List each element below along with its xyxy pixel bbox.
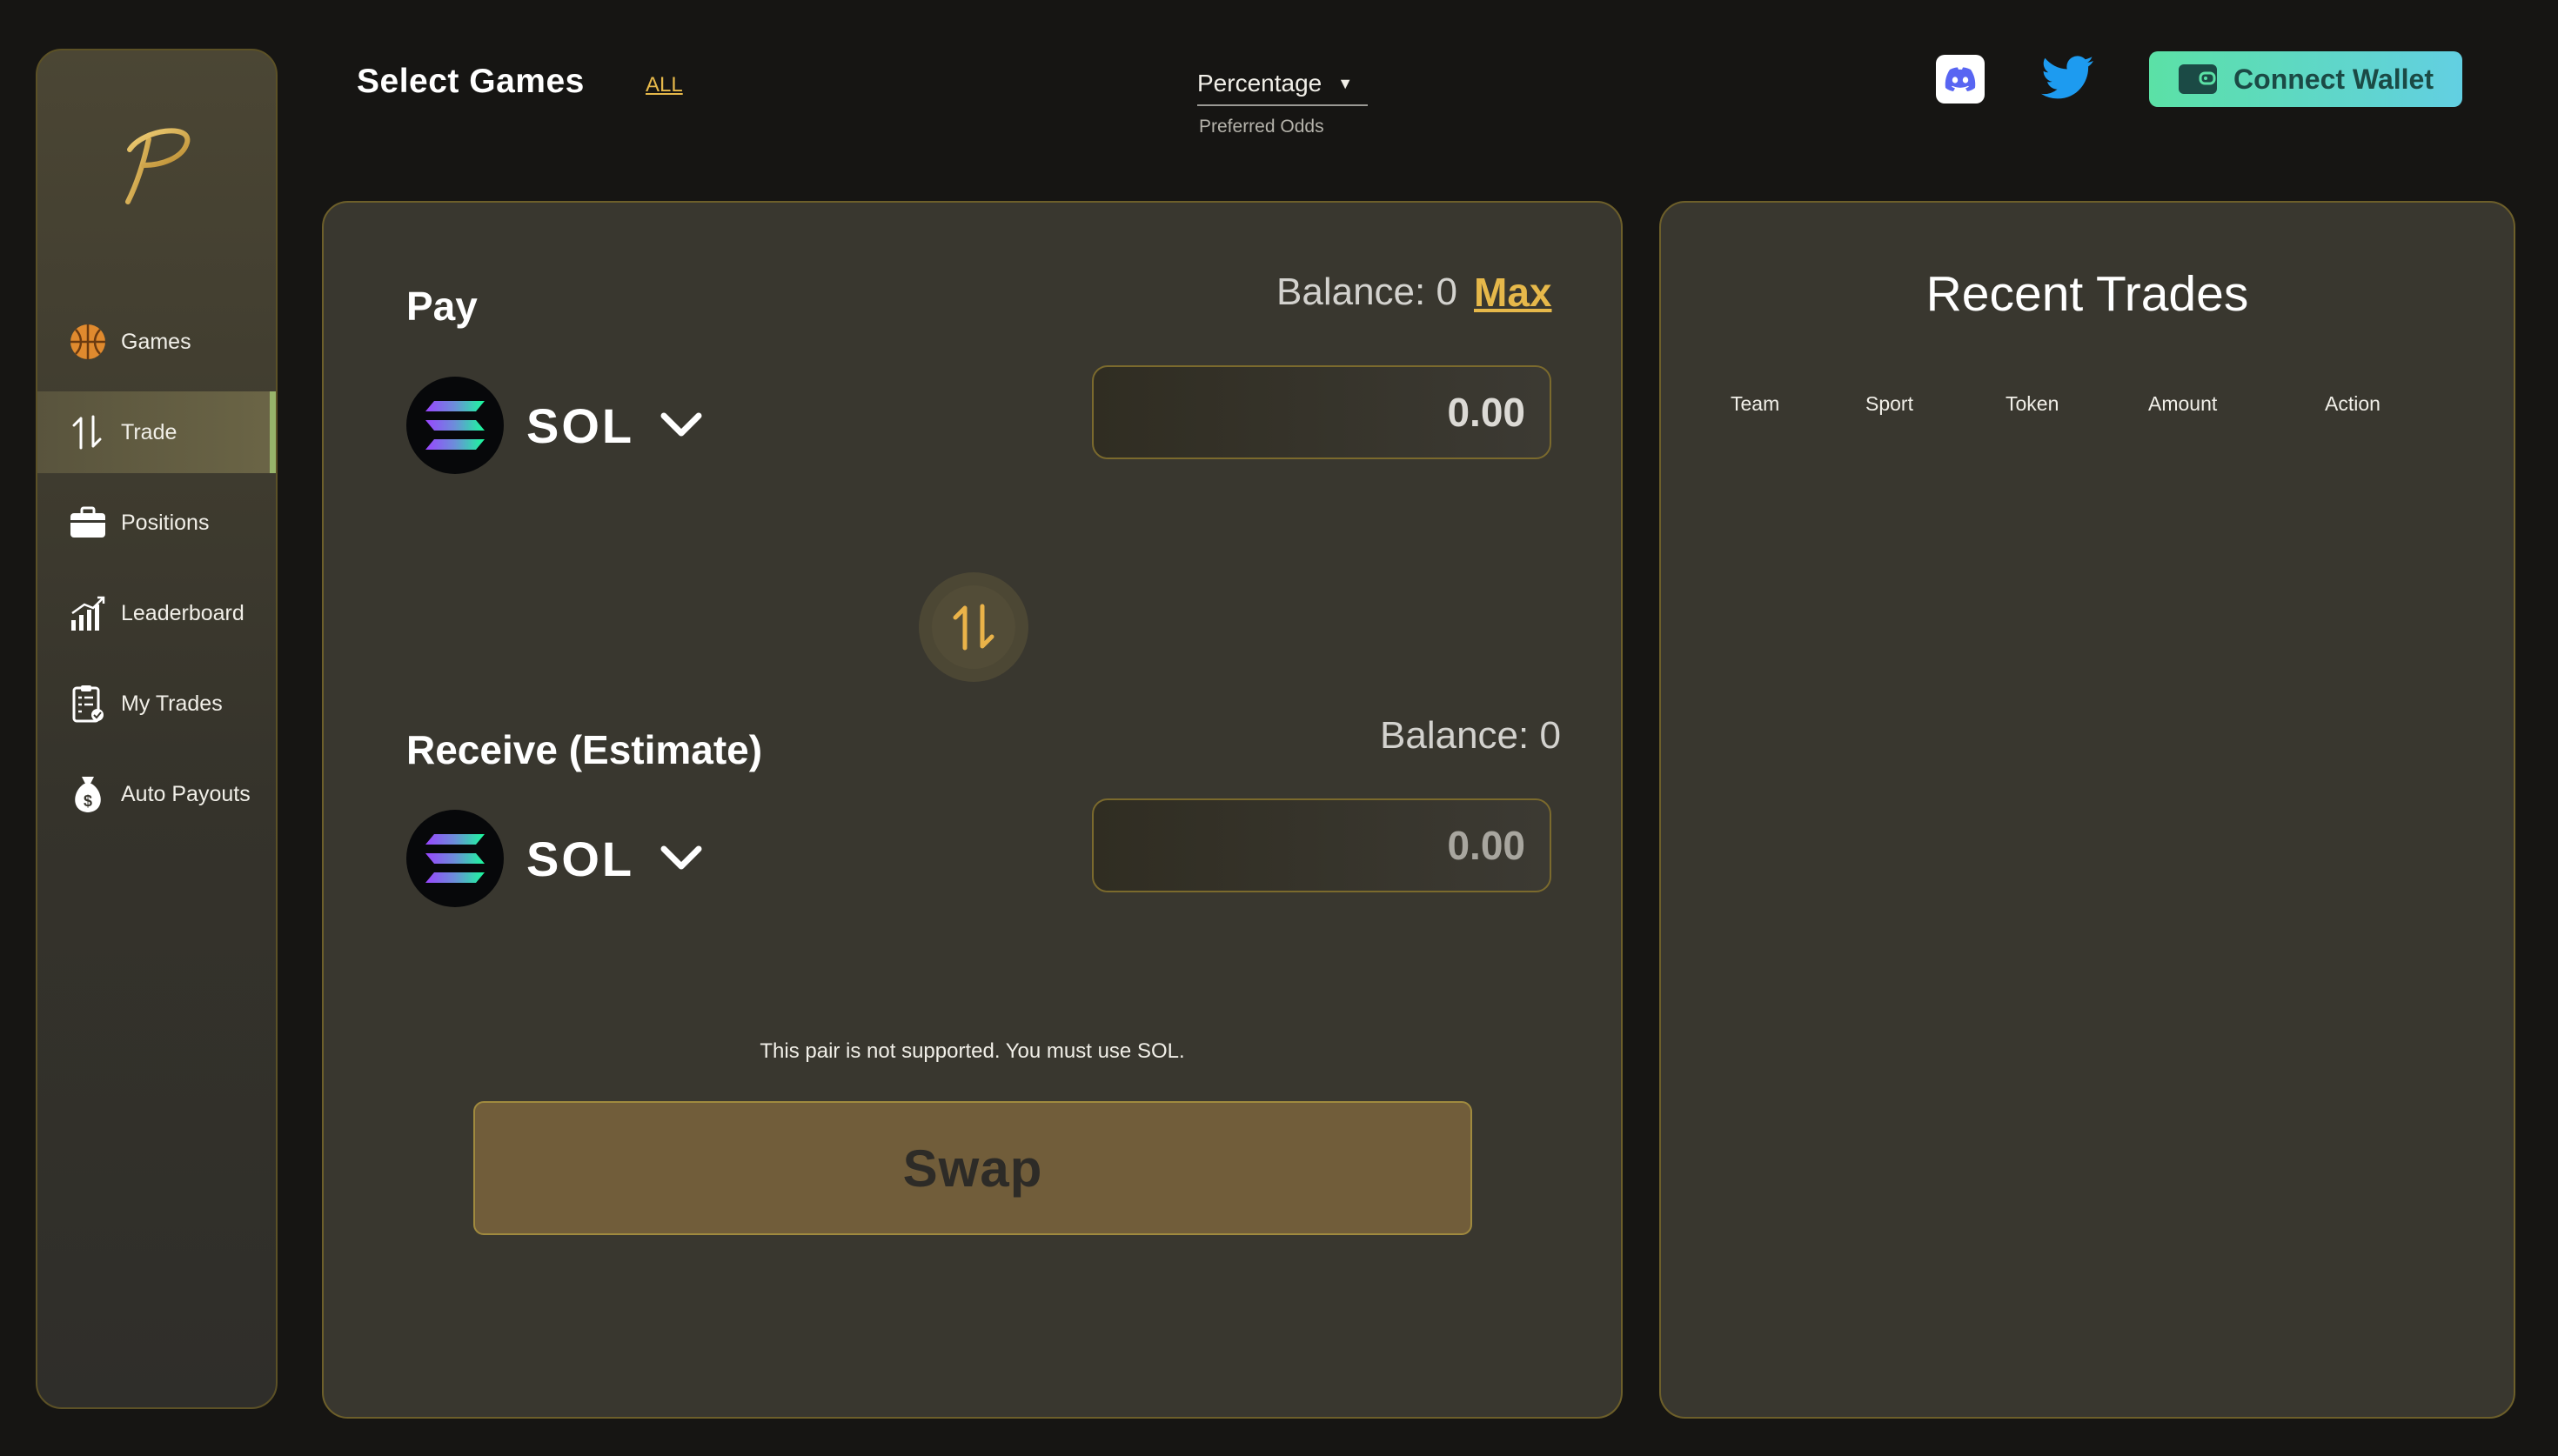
chevron-down-icon <box>660 412 702 438</box>
unsupported-pair-notice: This pair is not supported. You must use… <box>760 1039 1185 1063</box>
column-header-action: Action <box>2325 392 2381 415</box>
wallet-icon <box>2178 63 2218 96</box>
connect-wallet-button[interactable]: Connect Wallet <box>2149 51 2462 107</box>
briefcase-icon <box>67 502 109 544</box>
odds-select-caption: Preferred Odds <box>1199 117 1324 137</box>
sidebar-item-auto-payouts[interactable]: $ Auto Payouts <box>37 753 276 835</box>
money-bag-icon: $ <box>67 773 109 815</box>
svg-text:$: $ <box>84 792 92 810</box>
sidebar-item-label: Leaderboard <box>121 600 244 625</box>
sidebar-item-leaderboard[interactable]: Leaderboard <box>37 572 276 654</box>
sidebar: Games Trade Positions Leaderboard My Tra… <box>36 49 278 1409</box>
preferred-odds-select[interactable]: Percentage ▼ <box>1197 63 1368 106</box>
sidebar-item-label: Games <box>121 329 191 354</box>
receive-balance: Balance: 0 <box>1380 714 1561 757</box>
sidebar-item-positions[interactable]: Positions <box>37 482 276 564</box>
column-header-sport: Sport <box>1865 392 1913 415</box>
receive-label: Receive (Estimate) <box>406 727 763 772</box>
twitter-icon[interactable] <box>2039 52 2095 104</box>
receive-amount-input[interactable] <box>1092 798 1551 892</box>
sidebar-item-label: Trade <box>121 419 177 444</box>
sidebar-item-my-trades[interactable]: My Trades <box>37 663 276 745</box>
swap-direction-icon <box>953 604 994 651</box>
bar-chart-icon <box>67 592 109 634</box>
sidebar-item-label: Auto Payouts <box>121 781 251 806</box>
receive-token-name: SOL <box>526 831 635 886</box>
sidebar-item-trade[interactable]: Trade <box>37 391 276 473</box>
pay-label: Pay <box>406 284 478 329</box>
trade-panel: Pay Balance: 0 Max SOL Receive (Estimate… <box>322 201 1623 1419</box>
all-games-link[interactable]: ALL <box>646 73 683 97</box>
trade-arrows-icon <box>67 411 109 453</box>
receive-token-select[interactable]: SOL <box>406 810 702 907</box>
recent-trades-panel: Recent Trades Team Sport Token Amount Ac… <box>1659 201 2515 1419</box>
max-button[interactable]: Max <box>1474 269 1551 316</box>
caret-down-icon: ▼ <box>1337 74 1354 92</box>
chevron-down-icon <box>660 845 702 872</box>
recent-trades-title: Recent Trades <box>1925 266 2249 322</box>
sidebar-item-games[interactable]: Games <box>37 301 276 383</box>
discord-icon[interactable] <box>1936 55 1985 104</box>
sidebar-item-label: Positions <box>121 510 210 535</box>
pay-amount-input[interactable] <box>1092 365 1551 459</box>
pay-balance: Balance: 0 <box>1276 270 1457 313</box>
pay-token-name: SOL <box>526 397 635 453</box>
switch-tokens-button[interactable] <box>919 572 1028 682</box>
pay-token-select[interactable]: SOL <box>406 377 702 474</box>
app-logo[interactable] <box>37 85 276 242</box>
connect-wallet-label: Connect Wallet <box>2233 63 2434 95</box>
odds-select-value: Percentage <box>1197 70 1323 97</box>
solana-icon <box>406 377 504 474</box>
column-header-amount: Amount <box>2148 392 2218 415</box>
page-title: Select Games <box>357 63 585 100</box>
column-header-team: Team <box>1731 392 1780 415</box>
sidebar-nav: Games Trade Positions Leaderboard My Tra… <box>37 301 276 844</box>
basketball-icon <box>67 321 109 363</box>
swap-button[interactable]: Swap <box>473 1101 1472 1235</box>
column-header-token: Token <box>2006 392 2059 415</box>
clipboard-icon <box>67 683 109 725</box>
sidebar-item-label: My Trades <box>121 691 223 716</box>
solana-icon <box>406 810 504 907</box>
